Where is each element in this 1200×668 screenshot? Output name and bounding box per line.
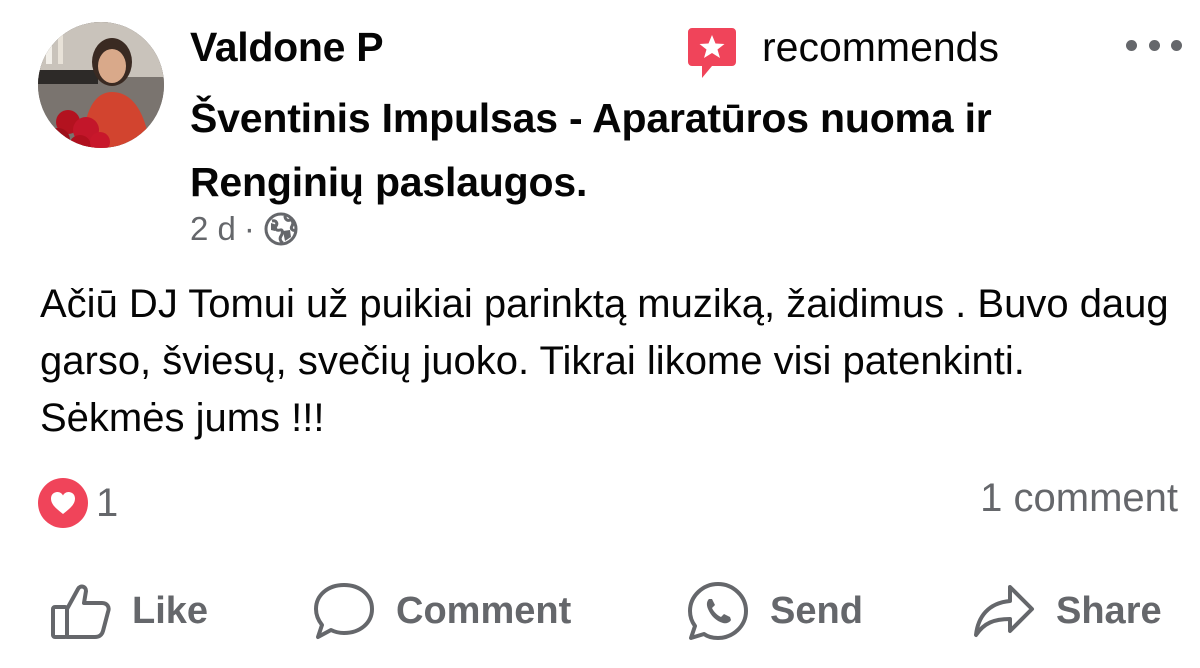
- comment-label: Comment: [396, 589, 572, 632]
- share-arrow-icon: [974, 585, 1034, 637]
- comment-count-link[interactable]: 1 comment: [980, 476, 1178, 521]
- more-options-button[interactable]: [1126, 30, 1182, 60]
- reaction-count: 1: [96, 480, 119, 525]
- avatar-photo: [38, 22, 164, 148]
- share-button[interactable]: Share: [972, 580, 1162, 642]
- recommends-label: recommends: [762, 24, 999, 70]
- whatsapp-icon: [688, 582, 748, 640]
- post-meta: 2 d ·: [190, 210, 299, 248]
- like-label: Like: [132, 589, 209, 632]
- comment-icon: [314, 583, 374, 639]
- more-dot: [1126, 39, 1137, 51]
- comment-button[interactable]: Comment: [312, 580, 571, 642]
- share-label: Share: [1056, 589, 1162, 632]
- post-body-text: Ačiū DJ Tomui už puikiai parinktą muziką…: [40, 282, 1169, 440]
- author-name[interactable]: Valdone P: [190, 24, 384, 71]
- thumbs-up-icon: [51, 584, 111, 639]
- reactions-summary[interactable]: 1: [38, 478, 118, 528]
- recommended-page-name[interactable]: Šventinis Impulsas - Aparatūros nuoma ir…: [190, 86, 1090, 214]
- send-button[interactable]: Send: [686, 580, 863, 642]
- globe-icon: [264, 212, 298, 246]
- heart-reaction-badge: [38, 478, 88, 528]
- more-dot: [1171, 39, 1182, 51]
- more-dot: [1148, 39, 1160, 51]
- like-button[interactable]: Like: [50, 580, 208, 642]
- send-label: Send: [770, 589, 863, 632]
- meta-separator: ·: [243, 210, 255, 247]
- avatar[interactable]: [38, 22, 164, 148]
- heart-icon: [51, 492, 75, 514]
- post-time[interactable]: 2 d: [190, 210, 236, 248]
- recommend-icon: [688, 28, 736, 78]
